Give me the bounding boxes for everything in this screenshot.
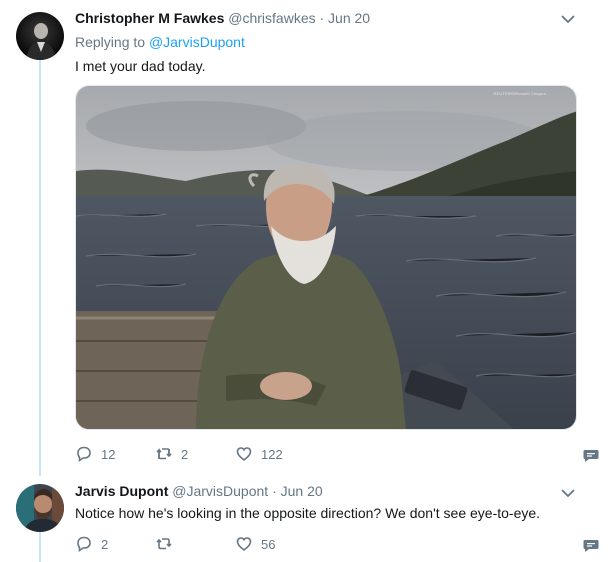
replying-handle-link[interactable]: @JarvisDupont: [149, 34, 245, 50]
reply-button[interactable]: 12: [75, 445, 115, 463]
like-button[interactable]: 56: [235, 535, 275, 553]
photo-credit: REUTERS/Russell Cheyne: [493, 91, 546, 96]
tweet1-actions: 12 2 122: [75, 445, 605, 465]
direct-message-icon[interactable]: [583, 447, 599, 463]
tweet-photo[interactable]: REUTERS/Russell Cheyne: [75, 85, 577, 430]
tweet-date[interactable]: · Jun 20: [272, 483, 323, 499]
chevron-down-icon[interactable]: [561, 14, 575, 24]
heart-icon: [236, 537, 252, 552]
retweet-button[interactable]: 2: [155, 445, 188, 463]
like-button[interactable]: 122: [235, 445, 283, 463]
retweet-button[interactable]: [155, 535, 181, 553]
author-handle[interactable]: @JarvisDupont: [172, 483, 268, 499]
retweet-icon: [156, 538, 172, 550]
reply-count: 2: [101, 536, 109, 552]
like-count: 122: [261, 446, 283, 462]
author-name[interactable]: Jarvis Dupont: [75, 483, 168, 499]
tweet1-header: Christopher M Fawkes @chrisfawkes · Jun …: [75, 10, 370, 26]
replying-to: Replying to @JarvisDupont: [75, 34, 245, 50]
chevron-down-icon[interactable]: [561, 488, 575, 498]
tweet2-actions: 2 56: [75, 535, 605, 555]
thread-line-top: [39, 60, 41, 476]
tweet-text: Notice how he's looking in the opposite …: [75, 505, 541, 521]
tweet2-header: Jarvis Dupont @JarvisDupont · Jun 20: [75, 483, 323, 499]
reply-count: 12: [101, 446, 116, 462]
reply-icon: [77, 536, 91, 553]
avatar-christopher[interactable]: [16, 12, 64, 60]
tweet-text: I met your dad today.: [75, 58, 206, 74]
replying-label: Replying to: [75, 34, 146, 50]
avatar-jarvis[interactable]: [16, 484, 64, 532]
thread-line-bottom: [39, 532, 41, 562]
heart-icon: [236, 447, 252, 462]
retweet-icon: [156, 448, 172, 460]
reply-button[interactable]: 2: [75, 535, 108, 553]
author-name[interactable]: Christopher M Fawkes: [75, 10, 224, 26]
like-count: 56: [261, 536, 276, 552]
tweet-date[interactable]: · Jun 20: [320, 10, 371, 26]
photo-lake-boat: [76, 86, 576, 429]
direct-message-icon[interactable]: [583, 537, 599, 553]
reply-icon: [77, 446, 91, 463]
author-handle[interactable]: @chrisfawkes: [228, 10, 315, 26]
retweet-count: 2: [181, 446, 189, 462]
